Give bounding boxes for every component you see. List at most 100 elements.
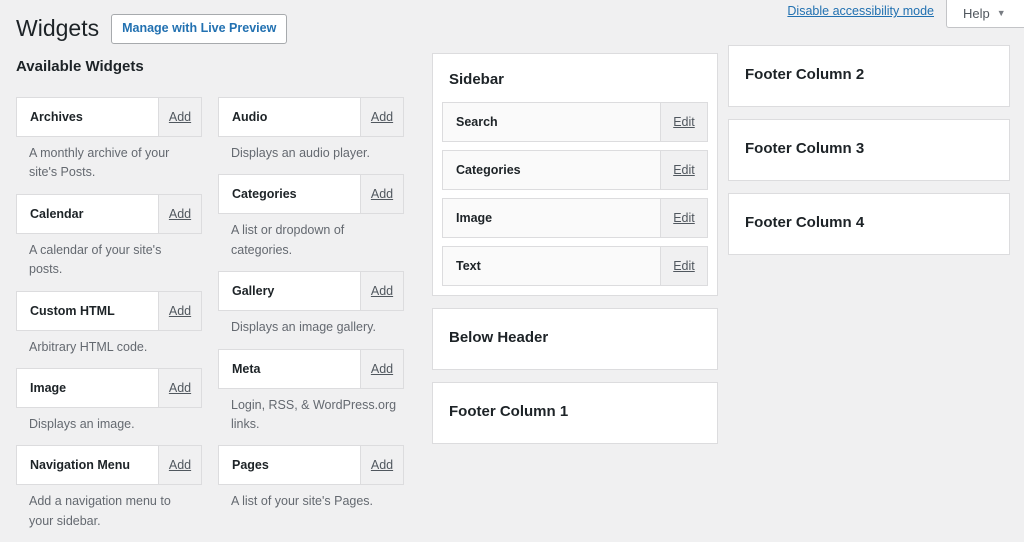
assigned-widget-name: Text — [456, 259, 481, 273]
sidebar-panel-body: Search Edit Categories Edit Image Edit Text Edi… — [433, 102, 717, 295]
available-widgets-heading: Available Widgets — [16, 58, 144, 75]
assigned-widget-row[interactable]: Search Edit — [442, 102, 708, 142]
sidebar-panel-title: Footer Column 2 — [745, 66, 865, 83]
sidebar-panels-middle-column: Sidebar Search Edit Categories Edit Image Edit… — [432, 53, 718, 456]
available-widget-card[interactable]: Image Add — [16, 367, 202, 408]
add-widget-cell[interactable]: Add — [158, 368, 201, 407]
available-widget-description: Displays an image gallery. — [231, 320, 376, 335]
edit-widget-link[interactable]: Edit — [673, 163, 695, 177]
available-widget-block: Audio Add Displays an audio player. — [218, 97, 404, 163]
available-widget-name: Navigation Menu — [17, 446, 158, 485]
edit-widget-cell[interactable]: Edit — [660, 199, 707, 237]
assigned-widget-row[interactable]: Text Edit — [442, 246, 708, 286]
available-widget-card[interactable]: Audio Add — [218, 97, 404, 137]
available-widget-description: Login, RSS, & WordPress.org links. — [231, 397, 397, 431]
available-widget-card[interactable]: Meta Add — [218, 348, 404, 389]
available-widget-name: Calendar — [17, 194, 158, 233]
sidebar-panel[interactable]: Footer Column 1 — [432, 382, 718, 444]
available-widget-name: Image — [17, 368, 158, 407]
available-widget-name: Audio — [219, 98, 360, 136]
disable-accessibility-mode-link[interactable]: Disable accessibility mode — [787, 4, 934, 18]
sidebar-panel-title: Sidebar — [449, 71, 505, 88]
available-widgets-column: Archives Add A monthly archive of your sit… — [16, 97, 202, 542]
assigned-widget-name: Categories — [456, 163, 521, 177]
available-widgets-column: Audio Add Displays an audio player. Categor… — [218, 97, 404, 542]
available-widget-description: Add a navigation menu to your sidebar. — [29, 494, 171, 528]
add-widget-link[interactable]: Add — [169, 304, 191, 318]
sidebar-panel[interactable]: Footer Column 4 — [728, 193, 1010, 255]
available-widgets-section: Available Widgets Archives Add A monthly a… — [16, 58, 404, 542]
available-widget-block: Gallery Add Displays an image gallery. — [218, 271, 404, 337]
available-widget-name: Gallery — [219, 272, 360, 311]
available-widget-name: Categories — [219, 175, 360, 214]
available-widget-block: Categories Add A list or dropdown of categ… — [218, 174, 404, 260]
add-widget-link[interactable]: Add — [371, 458, 393, 472]
available-widget-name: Pages — [219, 446, 360, 485]
available-widget-card[interactable]: Custom HTML Add — [16, 290, 202, 331]
assigned-widget-name: Image — [456, 211, 493, 225]
manage-with-live-preview-button[interactable]: Manage with Live Preview — [111, 14, 288, 44]
add-widget-cell[interactable]: Add — [158, 291, 201, 330]
add-widget-cell[interactable]: Add — [360, 446, 403, 485]
available-widget-block: Meta Add Login, RSS, & WordPress.org links… — [218, 348, 404, 435]
available-widget-description: Displays an image. — [29, 416, 135, 431]
sidebar-panel[interactable]: Footer Column 2 — [728, 45, 1010, 107]
sidebar-panel-title: Footer Column 3 — [745, 140, 865, 157]
add-widget-cell[interactable]: Add — [360, 175, 403, 214]
sidebar-panel[interactable]: Sidebar Search Edit Categories Edit Image Edit… — [432, 53, 718, 296]
add-widget-cell[interactable]: Add — [158, 98, 201, 136]
edit-widget-link[interactable]: Edit — [673, 115, 695, 129]
available-widget-block: Calendar Add A calendar of your site's pos… — [16, 193, 202, 280]
available-widget-description: A list or dropdown of categories. — [231, 223, 345, 257]
available-widget-card[interactable]: Categories Add — [218, 174, 404, 215]
available-widget-card[interactable]: Calendar Add — [16, 193, 202, 234]
page-header: Widgets Manage with Live Preview — [16, 14, 288, 44]
add-widget-link[interactable]: Add — [371, 187, 393, 201]
available-widget-name: Archives — [17, 98, 158, 136]
available-widget-block: Pages Add A list of your site's Pages. — [218, 445, 404, 511]
available-widget-card[interactable]: Pages Add — [218, 445, 404, 486]
add-widget-cell[interactable]: Add — [360, 349, 403, 388]
sidebar-panel-title: Below Header — [449, 329, 549, 346]
available-widget-description: A list of your site's Pages. — [231, 494, 374, 509]
available-widget-name: Meta — [219, 349, 360, 388]
add-widget-cell[interactable]: Add — [360, 272, 403, 311]
sidebar-panels-right-column: Footer Column 2 Footer Column 3 Footer Col… — [728, 45, 1010, 267]
sidebar-panel[interactable]: Below Header — [432, 308, 718, 370]
available-widget-description: A monthly archive of your site's Posts. — [29, 146, 170, 180]
available-widget-card[interactable]: Archives Add — [16, 97, 202, 137]
add-widget-link[interactable]: Add — [169, 381, 191, 395]
add-widget-link[interactable]: Add — [371, 110, 393, 124]
available-widget-card[interactable]: Navigation Menu Add — [16, 445, 202, 486]
available-widget-description: A calendar of your site's posts. — [29, 242, 162, 277]
edit-widget-cell[interactable]: Edit — [660, 103, 707, 141]
available-widget-name: Custom HTML — [17, 291, 158, 330]
add-widget-cell[interactable]: Add — [158, 194, 201, 233]
available-widget-block: Custom HTML Add Arbitrary HTML code. — [16, 290, 202, 357]
widgets-admin-screen: Disable accessibility mode Help ▼ Widget… — [0, 0, 1024, 528]
sidebar-panel-title: Footer Column 4 — [745, 214, 865, 231]
available-widgets-grid: Archives Add A monthly archive of your sit… — [16, 97, 404, 542]
edit-widget-link[interactable]: Edit — [673, 211, 695, 225]
help-tab-button[interactable]: Help ▼ — [946, 0, 1024, 28]
edit-widget-link[interactable]: Edit — [673, 259, 695, 273]
add-widget-cell[interactable]: Add — [158, 446, 201, 485]
assigned-widget-row[interactable]: Image Edit — [442, 198, 708, 238]
page-title: Widgets — [16, 15, 100, 41]
assigned-widget-row[interactable]: Categories Edit — [442, 150, 708, 190]
screen-meta-bar: Disable accessibility mode Help ▼ — [787, 0, 1024, 28]
sidebar-panel-title: Footer Column 1 — [449, 403, 569, 420]
sidebar-panel[interactable]: Footer Column 3 — [728, 119, 1010, 181]
add-widget-cell[interactable]: Add — [360, 98, 403, 136]
add-widget-link[interactable]: Add — [169, 458, 191, 472]
available-widget-block: Archives Add A monthly archive of your sit… — [16, 97, 202, 183]
add-widget-link[interactable]: Add — [371, 284, 393, 298]
add-widget-link[interactable]: Add — [371, 362, 393, 376]
available-widget-card[interactable]: Gallery Add — [218, 271, 404, 312]
add-widget-link[interactable]: Add — [169, 110, 191, 124]
help-label: Help — [963, 5, 990, 21]
add-widget-link[interactable]: Add — [169, 207, 191, 221]
edit-widget-cell[interactable]: Edit — [660, 151, 707, 189]
available-widget-block: Image Add Displays an image. — [16, 367, 202, 434]
edit-widget-cell[interactable]: Edit — [660, 247, 707, 285]
